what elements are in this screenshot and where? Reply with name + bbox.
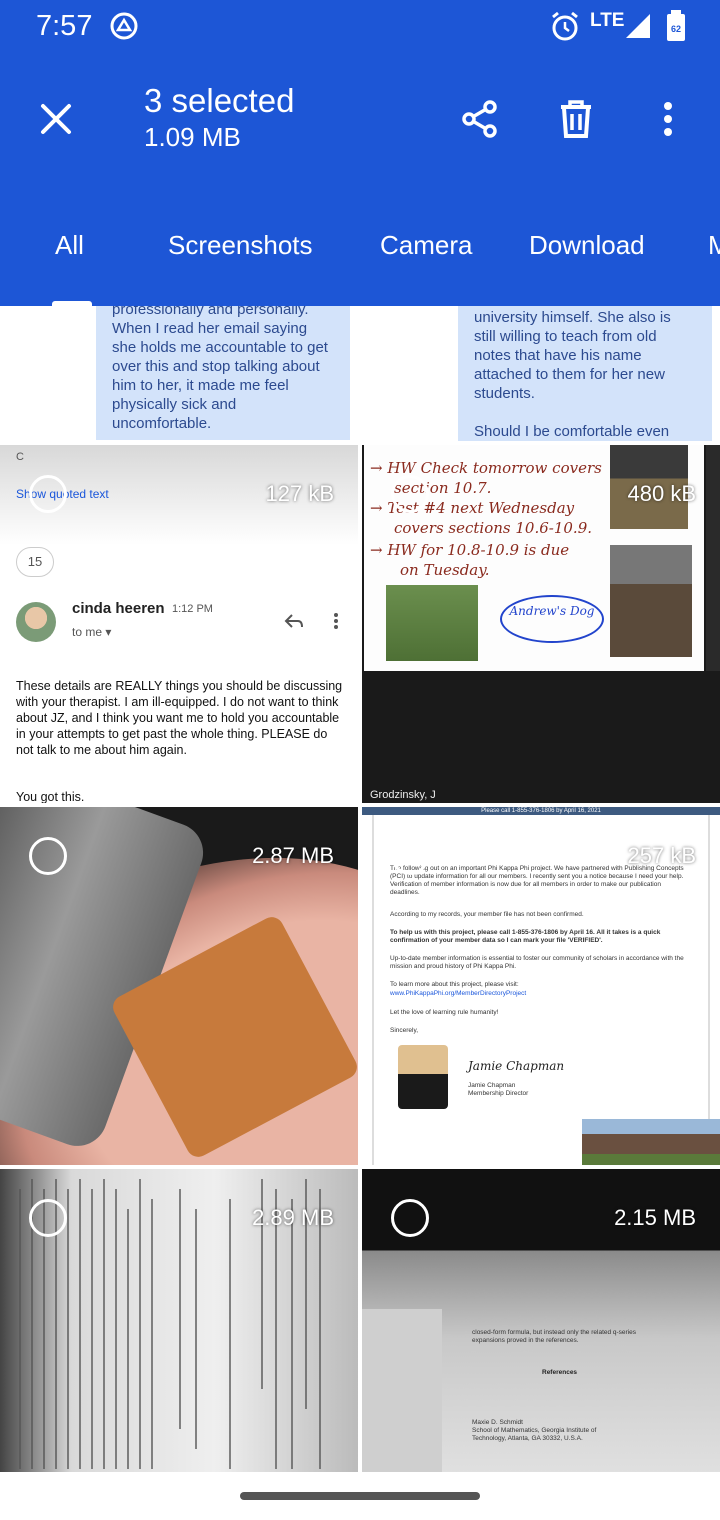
letter-p4: Up-to-date member information is essenti… bbox=[390, 955, 690, 971]
book-heading: References bbox=[542, 1369, 578, 1376]
select-checkbox[interactable] bbox=[29, 1199, 67, 1237]
app-bar: 7:57 LTE 62 3 selected 1.09 MB All Scree… bbox=[0, 0, 720, 306]
email-body: These details are REALLY things you shou… bbox=[16, 679, 343, 757]
book-affil: School of Mathematics, Georgia Institute… bbox=[472, 1427, 597, 1442]
whiteboard-bubble: Andrew's Dog bbox=[500, 595, 604, 643]
thread-count: 15 bbox=[16, 547, 54, 577]
sender-name: cinda heeren bbox=[72, 600, 165, 617]
trash-icon bbox=[561, 100, 591, 138]
delete-button[interactable] bbox=[546, 89, 606, 149]
item-size: 257 kB bbox=[627, 843, 697, 868]
alarm-icon bbox=[550, 10, 580, 47]
whiteboard-toolbar bbox=[706, 445, 720, 671]
photo-grid: professionally and personally. When I re… bbox=[0, 306, 720, 1472]
grid-item-book-photo-dark[interactable]: closed-form formula, but instead only th… bbox=[362, 1169, 720, 1472]
letter-signature: Jamie Chapman bbox=[468, 1059, 565, 1073]
item-size: 2.87 MB bbox=[252, 843, 334, 868]
vpn-icon bbox=[108, 10, 140, 47]
grid-item-partial-right[interactable]: university himself. She also is still wi… bbox=[354, 306, 720, 441]
email-to-label: to me bbox=[72, 625, 103, 639]
whiteboard-line: → HW Check tomorrow covers bbox=[370, 459, 602, 477]
tab-more[interactable]: M bbox=[708, 230, 720, 261]
share-icon bbox=[462, 100, 497, 138]
share-button[interactable] bbox=[450, 89, 510, 149]
item-size: 2.15 MB bbox=[614, 1205, 696, 1230]
select-checkbox[interactable] bbox=[29, 837, 67, 875]
home-gesture-handle[interactable] bbox=[240, 1492, 480, 1500]
dog-photo-3 bbox=[610, 545, 692, 657]
letter-p7: Sincerely, bbox=[390, 1027, 690, 1035]
close-icon bbox=[41, 104, 71, 134]
letter-p3: To help us with this project, please cal… bbox=[390, 929, 690, 945]
whiteboard-line: → HW for 10.8-10.9 is due bbox=[370, 541, 570, 559]
status-time: 7:57 bbox=[36, 10, 93, 42]
selection-count: 3 selected bbox=[144, 82, 295, 119]
book-line: closed-form formula, but instead only th… bbox=[472, 1329, 637, 1344]
book-author: Maxie D. Schmidt bbox=[472, 1419, 523, 1426]
whiteboard-line: covers sections 10.6-10.9. bbox=[394, 519, 593, 537]
letter-name: Jamie Chapman bbox=[468, 1082, 516, 1090]
category-tabs: All Screenshots Camera Download M bbox=[0, 200, 720, 306]
selection-toolbar: 3 selected 1.09 MB bbox=[0, 56, 720, 176]
select-checkbox[interactable] bbox=[391, 837, 429, 875]
reply-icon bbox=[284, 613, 304, 634]
more-options-button[interactable] bbox=[638, 89, 698, 149]
tab-screenshots[interactable]: Screenshots bbox=[168, 230, 313, 261]
tab-camera[interactable]: Camera bbox=[380, 230, 472, 261]
email-time: 1:12 PM bbox=[172, 603, 213, 615]
email-snippet-right: university himself. She also is still wi… bbox=[458, 306, 712, 441]
grid-item-whiteboard[interactable]: → HW Check tomorrow covers section 10.7.… bbox=[362, 445, 720, 803]
item-size: 127 kB bbox=[265, 481, 335, 506]
signal-icon bbox=[624, 12, 652, 45]
grid-item-email[interactable]: C Show quoted text 15 cinda heeren 1:12 … bbox=[0, 445, 358, 803]
grid-item-book-photo[interactable]: 2.89 MB bbox=[0, 1169, 358, 1472]
letter-building-photo bbox=[582, 1119, 720, 1165]
gesture-nav-bar bbox=[0, 1472, 720, 1520]
select-checkbox[interactable] bbox=[29, 475, 67, 513]
participant-name: Grodzinsky, J bbox=[370, 789, 436, 801]
email-sign-off: You got this. bbox=[16, 790, 85, 803]
letter-top-bar: Please call 1-855-376-1806 by April 16, … bbox=[362, 807, 720, 815]
item-size: 2.89 MB bbox=[252, 1205, 334, 1230]
whiteboard-line: on Tuesday. bbox=[400, 561, 490, 579]
more-vert-icon bbox=[664, 102, 672, 136]
letter-p6: Let the love of learning rule humanity! bbox=[390, 1009, 690, 1017]
status-bar: 7:57 LTE 62 bbox=[0, 0, 720, 56]
network-type: LTE bbox=[590, 10, 625, 31]
select-checkbox[interactable] bbox=[391, 475, 429, 513]
bubble-text: Andrew's Dog bbox=[509, 604, 595, 618]
email-header-letter: C bbox=[16, 451, 24, 463]
dog-photo-2 bbox=[386, 585, 478, 661]
grid-item-letter[interactable]: Please call 1-855-376-1806 by April 16, … bbox=[362, 807, 720, 1165]
letter-header: Please call 1-855-376-1806 by April 16, … bbox=[481, 808, 601, 814]
letter-photo bbox=[398, 1045, 448, 1109]
letter-link: www.PhiKappaPhi.org/MemberDirectoryProje… bbox=[390, 990, 690, 998]
avatar bbox=[16, 602, 56, 642]
select-checkbox[interactable] bbox=[391, 1199, 429, 1237]
email-recipient: to me ▾ bbox=[72, 625, 112, 639]
svg-text:62: 62 bbox=[671, 24, 681, 34]
item-size: 480 kB bbox=[627, 481, 697, 506]
letter-p1: The following out on an important Phi Ka… bbox=[390, 865, 690, 897]
grid-item-photo[interactable]: 2.87 MB bbox=[0, 807, 358, 1165]
letter-p2: According to my records, your member fil… bbox=[390, 911, 690, 919]
tab-download[interactable]: Download bbox=[529, 230, 645, 261]
letter-role: Membership Director bbox=[468, 1090, 529, 1098]
battery-icon: 62 bbox=[666, 10, 686, 47]
email-more-icon bbox=[333, 613, 339, 634]
grid-item-partial-left[interactable]: professionally and personally. When I re… bbox=[0, 306, 350, 441]
close-selection-button[interactable] bbox=[26, 89, 86, 149]
letter-p5: To learn more about this project, please… bbox=[390, 981, 690, 989]
selection-size: 1.09 MB bbox=[144, 122, 241, 152]
tab-all[interactable]: All bbox=[55, 230, 84, 261]
email-snippet-left: professionally and personally. When I re… bbox=[96, 306, 350, 440]
